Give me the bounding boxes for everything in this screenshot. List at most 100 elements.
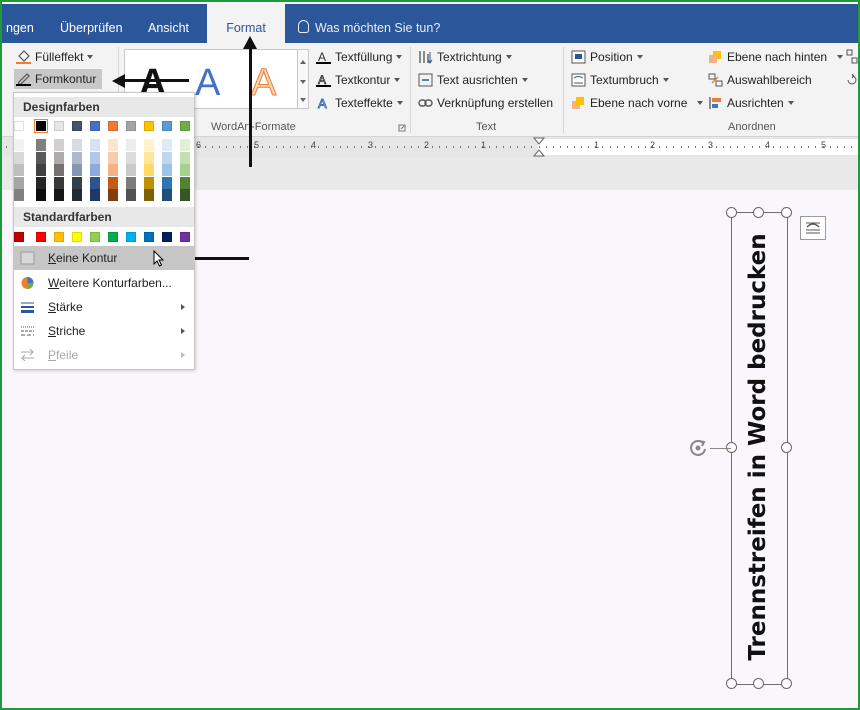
theme-shade-swatch[interactable]: [72, 164, 82, 176]
shape-fill-button[interactable]: Fülleffekt: [16, 47, 94, 67]
theme-shade-swatch[interactable]: [144, 176, 154, 189]
standard-color-swatch[interactable]: [14, 232, 24, 242]
standard-color-swatch[interactable]: [126, 232, 136, 242]
theme-shade-swatch[interactable]: [90, 164, 100, 176]
theme-shade-swatch[interactable]: [108, 151, 118, 164]
resize-handle-top-left[interactable]: [726, 207, 737, 218]
theme-shade-swatch[interactable]: [162, 176, 172, 189]
send-backward-button[interactable]: Ebene nach hinten: [708, 47, 844, 67]
theme-color-swatch[interactable]: [180, 121, 190, 131]
theme-shade-swatch[interactable]: [180, 176, 190, 189]
theme-shade-swatch[interactable]: [108, 189, 118, 201]
theme-shade-swatch[interactable]: [90, 176, 100, 189]
theme-shade-swatch[interactable]: [180, 189, 190, 201]
text-effects-button[interactable]: A Texteffekte: [316, 93, 403, 113]
standard-color-swatch[interactable]: [90, 232, 100, 242]
theme-color-swatch[interactable]: [54, 121, 64, 131]
theme-shade-swatch[interactable]: [126, 164, 136, 176]
theme-shade-swatch[interactable]: [36, 151, 46, 164]
indent-marker-icon[interactable]: [533, 137, 545, 157]
text-outline-button[interactable]: A Textkontur: [316, 70, 401, 90]
tab-review[interactable]: Überprüfen: [60, 4, 123, 43]
resize-handle-top-right[interactable]: [781, 207, 792, 218]
dialog-launcher-icon[interactable]: [398, 124, 406, 132]
theme-shade-swatch[interactable]: [36, 164, 46, 176]
theme-shade-swatch[interactable]: [108, 176, 118, 189]
group-objects-icon[interactable]: [846, 49, 858, 67]
theme-shade-swatch[interactable]: [126, 189, 136, 201]
theme-shade-swatch[interactable]: [14, 189, 24, 201]
theme-shade-swatch[interactable]: [14, 164, 24, 176]
resize-handle-right[interactable]: [781, 442, 792, 453]
theme-shade-swatch[interactable]: [90, 139, 100, 151]
wordart-style-orange[interactable]: A: [250, 62, 276, 105]
theme-shade-swatch[interactable]: [54, 151, 64, 164]
position-button[interactable]: Position: [571, 47, 643, 67]
theme-shade-swatch[interactable]: [14, 139, 24, 151]
theme-shade-swatch[interactable]: [72, 189, 82, 201]
standard-color-swatch[interactable]: [108, 232, 118, 242]
theme-shade-swatch[interactable]: [14, 176, 24, 189]
theme-shade-swatch[interactable]: [162, 164, 172, 176]
layout-options-button[interactable]: [800, 216, 826, 240]
wrap-text-button[interactable]: Textumbruch: [571, 70, 669, 90]
standard-color-swatch[interactable]: [72, 232, 82, 242]
theme-shade-swatch[interactable]: [144, 164, 154, 176]
tell-me-search[interactable]: Was möchten Sie tun?: [298, 4, 440, 43]
theme-shade-swatch[interactable]: [54, 139, 64, 151]
theme-shade-swatch[interactable]: [126, 176, 136, 189]
theme-color-swatch[interactable]: [126, 121, 136, 131]
menu-item-no-outline[interactable]: Keine Kontur: [14, 246, 194, 270]
resize-handle-bottom-left[interactable]: [726, 678, 737, 689]
theme-shade-swatch[interactable]: [126, 139, 136, 151]
theme-shade-swatch[interactable]: [72, 151, 82, 164]
menu-item-dashes[interactable]: Striche: [14, 319, 194, 343]
theme-shade-swatch[interactable]: [36, 139, 46, 151]
theme-shade-swatch[interactable]: [144, 151, 154, 164]
theme-color-swatch[interactable]: [34, 119, 48, 133]
theme-shade-swatch[interactable]: [126, 151, 136, 164]
align-button[interactable]: Ausrichten: [708, 93, 794, 113]
resize-handle-top[interactable]: [753, 207, 764, 218]
theme-shade-swatch[interactable]: [54, 189, 64, 201]
theme-shade-swatch[interactable]: [162, 189, 172, 201]
theme-shade-swatch[interactable]: [36, 176, 46, 189]
theme-shade-swatch[interactable]: [54, 176, 64, 189]
theme-shade-swatch[interactable]: [144, 189, 154, 201]
standard-color-swatch[interactable]: [54, 232, 64, 242]
rotate-handle-icon[interactable]: [686, 436, 710, 460]
resize-handle-bottom[interactable]: [753, 678, 764, 689]
theme-shade-swatch[interactable]: [162, 139, 172, 151]
rotate-objects-icon[interactable]: [846, 74, 858, 86]
selection-pane-button[interactable]: Auswahlbereich: [708, 70, 812, 90]
theme-shade-swatch[interactable]: [90, 151, 100, 164]
tab-partial[interactable]: ngen: [6, 4, 34, 43]
resize-handle-bottom-right[interactable]: [781, 678, 792, 689]
theme-shade-swatch[interactable]: [108, 164, 118, 176]
shape-outline-button[interactable]: Formkontur: [14, 69, 103, 89]
theme-shade-swatch[interactable]: [144, 139, 154, 151]
theme-color-swatch[interactable]: [144, 121, 154, 131]
theme-color-swatch[interactable]: [90, 121, 100, 131]
theme-shade-swatch[interactable]: [180, 151, 190, 164]
text-box-content[interactable]: Trennstreifen in Word bedrucken: [745, 233, 771, 660]
standard-color-swatch[interactable]: [180, 232, 190, 242]
align-text-button[interactable]: Text ausrichten: [418, 70, 528, 90]
theme-shade-swatch[interactable]: [90, 189, 100, 201]
theme-shade-swatch[interactable]: [36, 189, 46, 201]
create-link-button[interactable]: Verknüpfung erstellen: [418, 93, 553, 113]
theme-shade-swatch[interactable]: [180, 139, 190, 151]
standard-color-swatch[interactable]: [162, 232, 172, 242]
tab-view[interactable]: Ansicht: [148, 4, 189, 43]
bring-forward-button[interactable]: Ebene nach vorne: [571, 93, 704, 113]
theme-shade-swatch[interactable]: [108, 139, 118, 151]
gallery-scroll[interactable]: [297, 49, 309, 109]
theme-shade-swatch[interactable]: [180, 164, 190, 176]
text-fill-button[interactable]: A Textfüllung: [316, 47, 403, 67]
theme-shade-swatch[interactable]: [54, 164, 64, 176]
theme-color-swatch[interactable]: [162, 121, 172, 131]
menu-item-more-outline-colors[interactable]: Weitere Konturfarben...: [14, 271, 194, 295]
wordart-style-blue[interactable]: A: [195, 62, 220, 105]
text-direction-button[interactable]: Textrichtung: [418, 47, 512, 67]
theme-color-swatch[interactable]: [108, 121, 118, 131]
